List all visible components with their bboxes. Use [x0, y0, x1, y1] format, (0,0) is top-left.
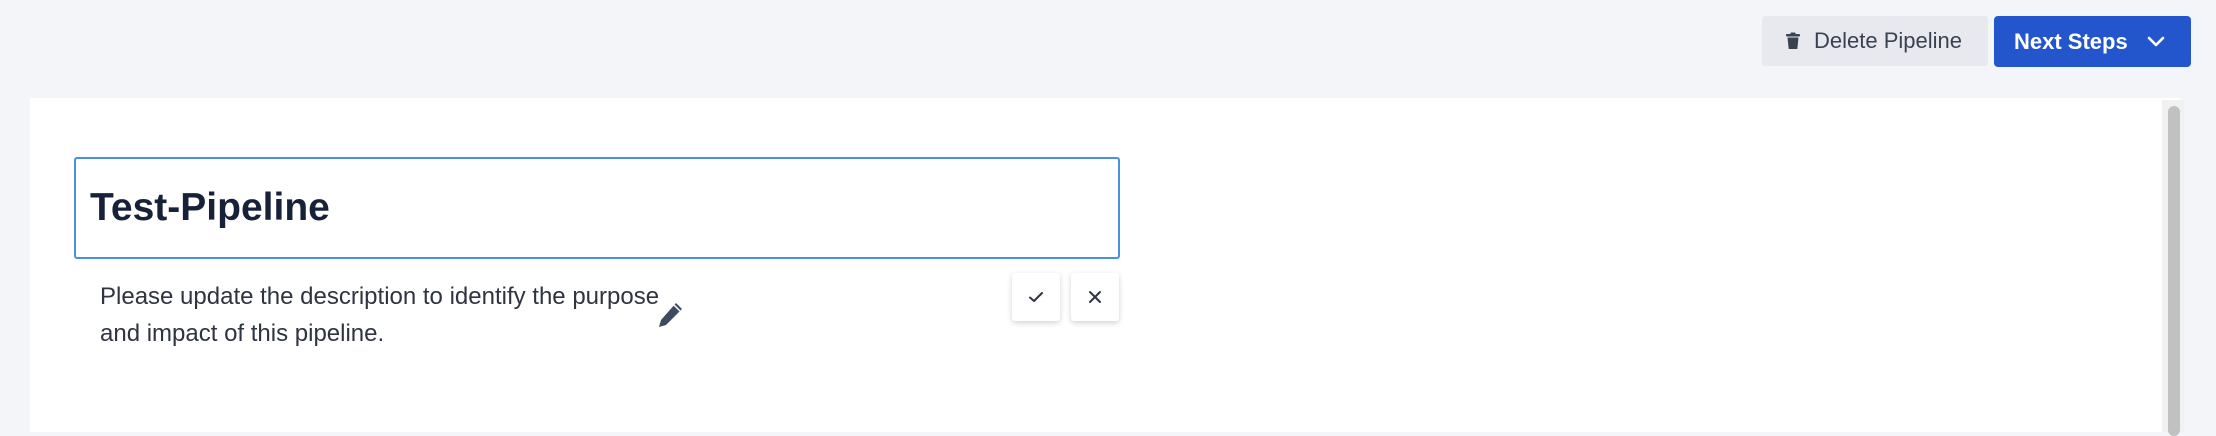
next-steps-label: Next Steps: [2014, 28, 2128, 54]
delete-pipeline-label: Delete Pipeline: [1814, 28, 1962, 53]
top-toolbar: Delete Pipeline Next Steps: [0, 0, 2216, 96]
next-steps-button[interactable]: Next Steps: [1994, 16, 2191, 67]
trash-icon: [1784, 32, 1802, 50]
chevron-down-icon: [2147, 33, 2165, 51]
pipeline-description: Please update the description to identif…: [100, 283, 660, 347]
pipeline-name-input[interactable]: [74, 157, 1120, 259]
scrollbar-thumb[interactable]: [2168, 106, 2180, 436]
pipeline-details-card: [30, 98, 2180, 432]
delete-pipeline-button[interactable]: Delete Pipeline: [1762, 16, 1988, 66]
cancel-name-button[interactable]: [1071, 273, 1119, 321]
close-icon: [1087, 289, 1103, 305]
pencil-icon[interactable]: [655, 300, 685, 332]
check-icon: [1028, 290, 1044, 304]
confirm-name-button[interactable]: [1012, 273, 1060, 321]
vertical-scrollbar[interactable]: [2162, 100, 2184, 436]
